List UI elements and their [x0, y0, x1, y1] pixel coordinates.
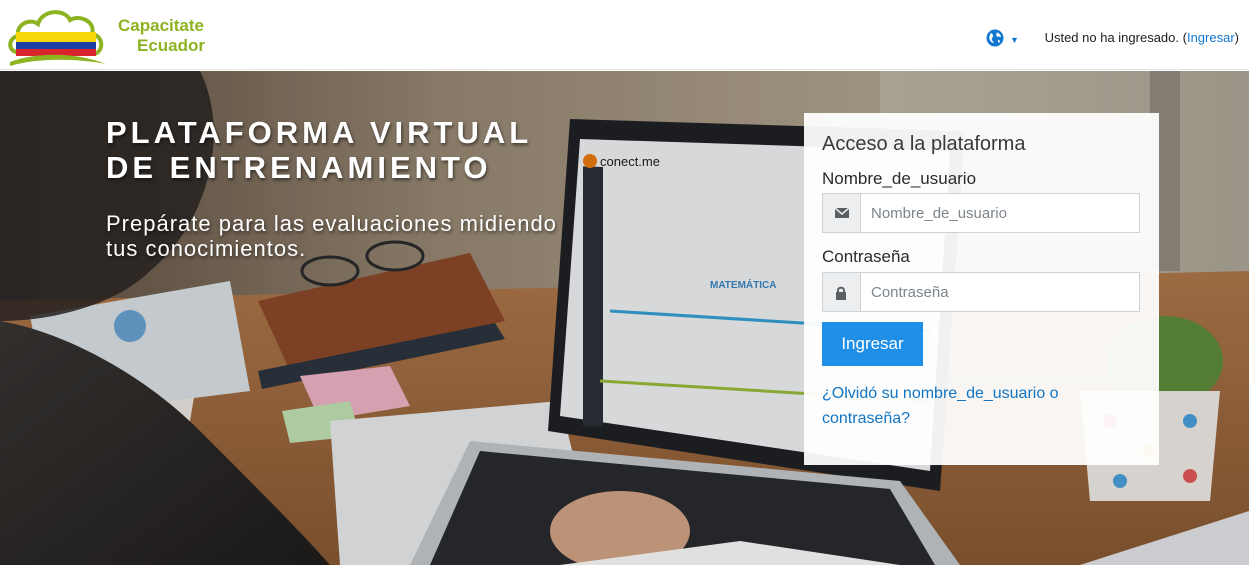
cloud-flag-logo-icon [8, 10, 106, 66]
username-input[interactable] [860, 193, 1140, 233]
header-login-link[interactable]: Ingresar [1187, 30, 1235, 45]
logo-text: Capacitate Ecuador [118, 16, 205, 56]
username-input-group [822, 193, 1140, 233]
language-menu[interactable]: ▼ [986, 29, 1020, 49]
login-status-suffix: ) [1234, 30, 1239, 45]
password-input[interactable] [860, 272, 1140, 312]
login-card: Acceso a la plataforma Nombre_de_usuario… [804, 113, 1159, 465]
password-input-group [822, 272, 1140, 312]
lock-icon [836, 286, 846, 300]
forgot-credentials-link[interactable]: ¿Olvidó su nombre_de_usuario o contraseñ… [822, 381, 1122, 431]
username-label: Nombre_de_usuario [822, 169, 977, 188]
globe-icon [986, 29, 1004, 47]
envelope-icon [835, 207, 849, 218]
login-status: Usted no ha ingresado. (Ingresar) [1045, 30, 1239, 45]
password-addon [822, 272, 860, 312]
top-navbar: Capacitate Ecuador ▼ Usted no ha ingresa… [0, 0, 1249, 70]
login-card-title: Acceso a la plataforma [822, 133, 1026, 155]
username-addon [822, 193, 860, 233]
hero-subtitle: Prepárate para las evaluaciones midiendo… [106, 211, 557, 261]
login-status-prefix: Usted no ha ingresado. ( [1044, 30, 1187, 45]
hero-banner: conect.me MATEMÁTICA PLATAFORMA VIRTUAL … [0, 71, 1249, 565]
login-submit-button[interactable]: Ingresar [822, 322, 923, 366]
hero-title: PLATAFORMA VIRTUAL DE ENTRENAMIENTO [106, 115, 532, 185]
logo-line-2: Ecuador [137, 36, 206, 55]
site-logo[interactable]: Capacitate Ecuador [6, 2, 211, 68]
chevron-down-icon: ▼ [1010, 35, 1019, 45]
password-label: Contraseña [822, 247, 910, 266]
logo-line-1: Capacitate [118, 16, 204, 35]
